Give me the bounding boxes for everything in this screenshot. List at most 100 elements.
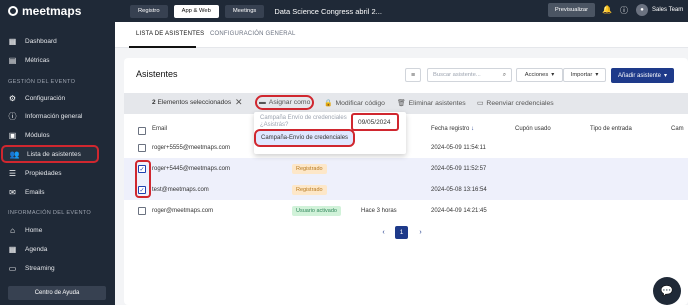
resend-credentials-label: Reenviar credenciales (486, 99, 554, 107)
select-all-checkbox[interactable] (138, 127, 146, 135)
actions-dropdown[interactable]: Acciones ▾ (516, 68, 563, 82)
pagination-page[interactable]: 1 (395, 226, 408, 239)
import-label: Importar (570, 72, 593, 78)
row-email: test@meetmaps.com (152, 187, 209, 193)
preview-button[interactable]: Previsualizar (548, 3, 595, 17)
row-date: 2024-04-09 14:21:45 (431, 208, 487, 214)
row-date: 2024-05-08 13:16:54 (431, 187, 487, 193)
sidebar-item-label: Emails (25, 188, 45, 196)
dropdown-item-faded[interactable]: Campaña Envío de credenciales ¿Asistrás? (260, 115, 347, 129)
user-name: Sales Team (652, 7, 684, 13)
sort-down-icon: ↓ (471, 126, 475, 132)
dropdown-item-campaign[interactable]: Campaña-Envío de credenciales (253, 129, 356, 147)
row-email: roger@meetmaps.com (152, 208, 214, 214)
logo-text: meetmaps (22, 4, 82, 18)
column-cupon-usado[interactable]: Cupón usado (515, 126, 551, 132)
bell-icon[interactable]: 🔔 (602, 5, 612, 16)
selection-highlight (135, 160, 151, 198)
section-title-event: GESTIÓN DEL EVENTO (8, 79, 76, 85)
users-icon: 👥 (9, 149, 20, 159)
page-tabs: LISTA DE ASISTENTES CONFIGURACIÓN GENERA… (115, 22, 688, 48)
resend-credentials-button[interactable]: ▭ Reenviar credenciales (477, 99, 554, 108)
logo[interactable]: meetmaps (0, 0, 115, 22)
sidebar-item-label: Propiedades (25, 169, 62, 177)
sidebar-item-streaming[interactable]: ▭ Streaming (0, 260, 115, 276)
tab-meetings[interactable]: Meetings (224, 4, 265, 18)
sidebar-item-emails[interactable]: ✉ Emails (0, 184, 115, 200)
sidebar-item-home[interactable]: ⌂ Home (0, 222, 115, 238)
row-date: 2024-05-09 11:52:57 (431, 166, 487, 172)
add-attendee-label: Añadir asistente (617, 72, 661, 79)
row-checkbox[interactable] (138, 207, 146, 215)
selected-count-label: Elementos seleccionados (157, 99, 232, 106)
tab-app-web[interactable]: App & Web (173, 4, 219, 18)
help-icon[interactable]: ⓘ (620, 5, 628, 16)
event-title[interactable]: Data Science Congress abril 2... (274, 7, 382, 16)
delete-attendees-label: Eliminar asistentes (408, 99, 466, 107)
user-menu[interactable]: ● Sales Team (636, 4, 683, 16)
search-input[interactable]: Buscar asistente... ⌕ (427, 68, 512, 82)
chevron-down-icon: ▾ (551, 72, 555, 78)
tab-lista-asistentes[interactable]: LISTA DE ASISTENTES (136, 31, 204, 37)
help-center-button[interactable]: Centro de Ayuda (8, 286, 106, 300)
dashboard-icon: ▦ (8, 36, 17, 46)
chat-button[interactable]: 💬 (653, 277, 681, 305)
dropdown-item-faded-line2: ¿Asistrás? (260, 122, 289, 128)
row-date: 2024-05-09 11:54:11 (431, 145, 486, 151)
sidebar-item-dashboard[interactable]: ▦ Dashboard (0, 33, 115, 49)
streaming-icon: ▭ (8, 263, 17, 273)
avatar: ● (636, 4, 648, 16)
properties-icon: ☰ (8, 168, 17, 178)
sidebar-item-agenda[interactable]: ▦ Agenda (0, 241, 115, 257)
modify-code-label: Modificar código (335, 99, 385, 107)
selected-count: 2 Elementos seleccionados (152, 99, 231, 106)
column-fecha-registro-label: Fecha registro (431, 126, 470, 132)
modify-code-button[interactable]: 🔒 Modificar código (324, 99, 385, 108)
pagination-prev[interactable]: ‹ (377, 226, 390, 239)
trash-icon: 🗑 (397, 100, 406, 107)
sidebar-item-label: Métricas (25, 56, 50, 64)
status-badge: Usuario activado (292, 206, 341, 216)
section-title-info: INFORMACIÓN DEL EVENTO (8, 210, 92, 216)
sidebar-item-propiedades[interactable]: ☰ Propiedades (0, 165, 115, 181)
sidebar-item-label: Streaming (25, 264, 55, 272)
chevron-down-icon: ▾ (664, 73, 668, 79)
sidebar-item-informacion-general[interactable]: ⓘ Información general (0, 108, 115, 124)
date-field[interactable]: 09/05/2024 (351, 113, 399, 131)
sidebar-item-modulos[interactable]: ▣ Módulos (0, 127, 115, 143)
add-attendee-button[interactable]: Añadir asistente ▾ (611, 68, 674, 83)
page-title: Asistentes (136, 69, 178, 79)
topbar: Registro App & Web Meetings Data Science… (115, 0, 688, 22)
import-dropdown[interactable]: Importar ▾ (563, 68, 606, 82)
tab-registro[interactable]: Registro (130, 4, 168, 18)
column-tipo-de-entrada[interactable]: Tipo de entrada (590, 126, 632, 132)
sidebar-item-label: Dashboard (25, 37, 57, 45)
delete-attendees-button[interactable]: 🗑 Eliminar asistentes (397, 99, 466, 108)
actions-label: Acciones (524, 72, 549, 78)
filter-icon: ≡ (410, 71, 416, 79)
row-last-access: Hace 3 horas (361, 208, 397, 214)
sidebar-item-label: Lista de asistentes (27, 150, 81, 158)
pagination-next[interactable]: › (414, 226, 427, 239)
column-fecha-registro[interactable]: Fecha registro ↓ (431, 126, 474, 132)
column-cam[interactable]: Cam (671, 126, 684, 132)
status-badge: Registrado (292, 185, 327, 195)
sidebar-item-lista-de-asistentes[interactable]: 👥 Lista de asistentes (1, 145, 99, 163)
column-email[interactable]: Email (152, 126, 167, 132)
tab-configuracion-general[interactable]: CONFIGURACIÓN GENERAL (210, 31, 296, 37)
assign-as-button[interactable]: ▬ Asignar como (254, 95, 315, 110)
row-email: roger+5555@meetmaps.com (152, 145, 230, 151)
sidebar: meetmaps ▦ Dashboard ▤ Métricas GESTIÓN … (0, 0, 115, 305)
assign-as-label: Asignar como (268, 99, 311, 106)
sidebar-item-metricas[interactable]: ▤ Métricas (0, 52, 115, 68)
bulk-action-bar: 2 Elementos seleccionados ✕ ▬ Asignar co… (124, 93, 688, 114)
status-badge: Registrado (292, 164, 327, 174)
sidebar-item-configuracion[interactable]: ⚙ Configuración (0, 90, 115, 106)
close-icon[interactable]: ✕ (235, 97, 243, 108)
filter-button[interactable]: ≡ (405, 68, 421, 82)
chart-icon: ▤ (8, 55, 17, 65)
sidebar-item-label: Módulos (25, 131, 50, 139)
search-icon: ⌕ (502, 71, 506, 78)
row-checkbox[interactable] (138, 144, 146, 152)
lock-icon: 🔒 (324, 100, 333, 107)
